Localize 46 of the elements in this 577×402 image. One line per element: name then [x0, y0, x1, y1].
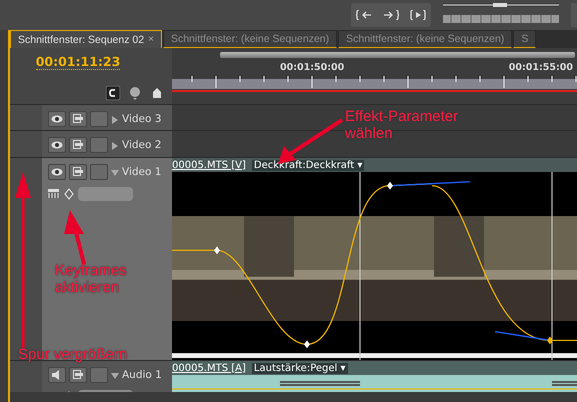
- annotation-label: Keyframes aktivieren: [55, 262, 128, 296]
- annotation-label: Effekt-Parameter wählen: [345, 108, 460, 142]
- eye-toggle-icon[interactable]: [48, 164, 66, 180]
- track-output-icon[interactable]: [69, 136, 87, 152]
- eye-toggle-icon[interactable]: [48, 110, 66, 126]
- track-output-icon[interactable]: [69, 366, 87, 382]
- panel-tab[interactable]: S: [513, 30, 536, 48]
- play-in-to-out-icon[interactable]: [410, 10, 426, 20]
- collapse-triangle-icon[interactable]: [111, 372, 119, 380]
- panel-tab[interactable]: Schnittfenster: Sequenz 02 ×: [10, 30, 162, 48]
- snap-magnet-icon[interactable]: [106, 86, 120, 100]
- eye-toggle-icon[interactable]: [48, 136, 66, 152]
- track-name: Audio 1: [122, 368, 162, 380]
- track-output-icon[interactable]: [69, 110, 87, 126]
- expand-triangle-icon[interactable]: [111, 142, 119, 150]
- collapse-triangle-icon[interactable]: [111, 169, 119, 177]
- go-to-out-icon[interactable]: [382, 10, 399, 20]
- track-name: Video 3: [122, 112, 162, 124]
- keyframe-diamond-icon[interactable]: [63, 188, 75, 200]
- timecode[interactable]: 00:01:11:23: [36, 54, 120, 70]
- zoom-scroll-bar[interactable]: [220, 52, 575, 58]
- track-name: Video 1: [122, 166, 162, 178]
- expand-triangle-icon[interactable]: [111, 116, 119, 124]
- parameter-dropdown[interactable]: Deckkraft:Deckkraft ▾: [252, 160, 364, 170]
- clip-name: 00005.MTS [V]: [172, 160, 246, 170]
- lock-toggle[interactable]: [90, 366, 108, 382]
- lock-toggle[interactable]: [90, 136, 108, 152]
- clip-name: 00005.MTS [A]: [172, 362, 246, 374]
- annotation-arrow-icon: [14, 172, 32, 348]
- ruler-time-label: 00:01:55:00: [508, 62, 573, 75]
- marker-icon[interactable]: [128, 86, 142, 100]
- panel-tab[interactable]: Schnittfenster: (keine Sequenzen): [162, 30, 338, 48]
- panel-tab[interactable]: Schnittfenster: (keine Sequenzen): [338, 30, 512, 48]
- close-icon[interactable]: ×: [148, 34, 154, 45]
- parameter-dropdown[interactable]: Lautstärke:Pegel ▾: [252, 362, 348, 374]
- time-ruler-drawing[interactable]: [172, 76, 577, 92]
- lock-toggle[interactable]: [90, 110, 108, 126]
- home-marker-icon[interactable]: [150, 86, 164, 100]
- annotation-label: Spur vergrößern: [18, 346, 128, 363]
- go-to-in-icon[interactable]: [356, 10, 372, 20]
- track-output-icon[interactable]: [69, 164, 87, 180]
- track-name: Video 2: [122, 138, 162, 150]
- ruler-time-label: 00:01:50:00: [280, 62, 344, 75]
- speaker-icon[interactable]: [48, 366, 66, 382]
- display-style-icon[interactable]: [48, 188, 60, 200]
- lock-toggle[interactable]: [90, 164, 108, 180]
